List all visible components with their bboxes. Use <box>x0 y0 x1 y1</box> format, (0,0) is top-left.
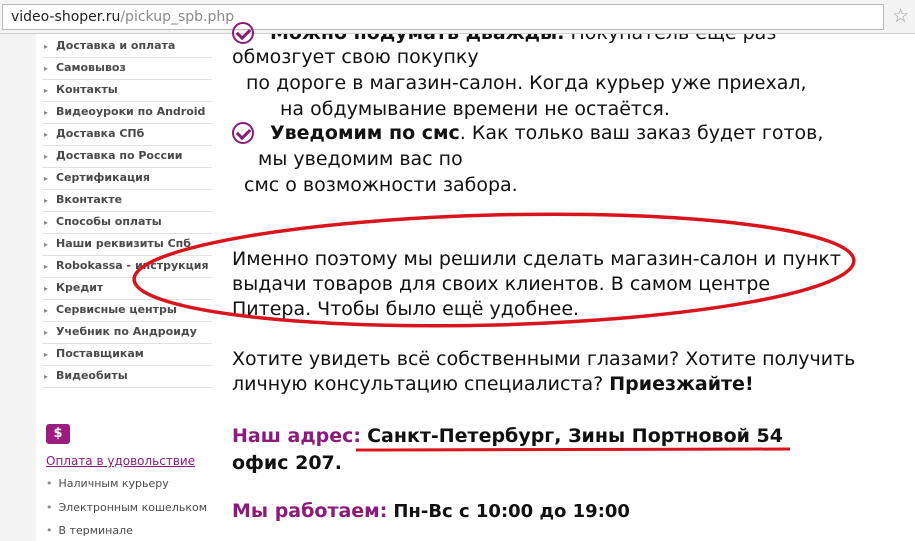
arrow-icon: ▸ <box>44 174 49 183</box>
sidebar-item-robokassa[interactable]: ▸ Robokassa - инструкция <box>42 256 212 278</box>
body-text: смс о возможности забора. <box>244 174 518 196</box>
arrow-icon: ▸ <box>44 108 49 117</box>
arrow-icon: ▸ <box>44 42 49 51</box>
arrow-icon: ▸ <box>44 240 49 249</box>
body-text: по дороге в магазин-салон. Когда курьер … <box>246 72 807 94</box>
payment-item[interactable]: • В терминале <box>46 524 133 537</box>
payment-item[interactable]: • Наличным курьеру <box>46 477 169 490</box>
address-office: офис 207. <box>232 452 342 474</box>
bullet-icon: • <box>46 501 53 514</box>
sidebar-item-label: Доставка и оплата <box>56 39 176 52</box>
sidebar-item-requisites[interactable]: ▸ Наши реквизиты Спб <box>42 234 212 256</box>
sidebar-item-payment-methods[interactable]: ▸ Способы оплаты <box>42 212 212 234</box>
sidebar-item-android-videos[interactable]: ▸ Видеоуроки по Android <box>42 102 212 124</box>
bullet-icon: • <box>46 477 53 490</box>
sidebar-item-label: Кредит <box>56 281 104 294</box>
sidebar-item-label: Доставка по России <box>56 149 183 162</box>
sidebar-item-label: Поставщикам <box>56 347 144 360</box>
address-label: Наш адрес: <box>232 425 362 447</box>
sidebar-item-contacts[interactable]: ▸ Контакты <box>42 80 212 102</box>
arrow-icon: ▸ <box>44 218 49 227</box>
sidebar-item-delivery-payment[interactable]: ▸ Доставка и оплата <box>42 36 212 58</box>
arrow-icon: ▸ <box>44 152 49 161</box>
sidebar-item-label: Видеобиты <box>56 369 128 382</box>
sidebar-item-label: Учебник по Андроиду <box>56 325 197 338</box>
url-field[interactable]: video-shoper.ru/pickup_spb.php <box>2 4 884 30</box>
feature-line-sms: Уведомим по смс. Как только ваш заказ бу… <box>270 122 824 144</box>
sidebar-item-label: Доставка СПб <box>56 127 145 140</box>
arrow-icon: ▸ <box>44 262 49 271</box>
sidebar-item-label: Самовывоз <box>56 61 126 74</box>
arrow-icon: ▸ <box>44 196 49 205</box>
check-circle-icon <box>232 122 254 144</box>
sidebar-item-label: Сертификация <box>56 171 150 184</box>
sidebar-item-android-textbook[interactable]: ▸ Учебник по Андроиду <box>42 322 212 344</box>
address-line: Наш адрес: Санкт-Петербург, Зины Портнов… <box>232 425 783 447</box>
body-text: на обдумывание времени не остаётся. <box>280 98 670 120</box>
sidebar-item-suppliers[interactable]: ▸ Поставщикам <box>42 344 212 366</box>
sidebar-menu: ▸ Доставка и оплата ▸ Самовывоз ▸ Контакты … <box>42 36 212 388</box>
arrow-icon: ▸ <box>44 86 49 95</box>
hours-value: Пн-Вс с 10:00 до 19:00 <box>393 501 630 522</box>
arrow-icon: ▸ <box>44 350 49 359</box>
payment-item-label: В терминале <box>58 524 133 537</box>
check-circle-icon <box>232 22 254 44</box>
sidebar-item-vkontakte[interactable]: ▸ Вконтакте <box>42 190 212 212</box>
sidebar-item-label: Robokassa - инструкция <box>56 259 209 272</box>
url-text[interactable]: video-shoper.ru/pickup_spb.php <box>11 9 234 25</box>
arrow-icon: ▸ <box>44 130 49 139</box>
arrow-icon: ▸ <box>44 284 49 293</box>
body-text: выдачи товаров для своих клиентов. В сам… <box>232 273 771 295</box>
bullet-icon: • <box>46 524 53 537</box>
payment-item-label: Наличным курьеру <box>58 477 169 490</box>
sidebar-item-label: Контакты <box>56 83 118 96</box>
hours-line: Мы работаем: Пн-Вс с 10:00 до 19:00 <box>232 500 630 522</box>
body-text: Питера. Чтобы было ещё удобнее. <box>232 298 580 320</box>
body-text: Хотите увидеть всё собственными глазами?… <box>232 348 856 370</box>
body-text: личную консультацию специалиста? Приезжа… <box>232 373 754 395</box>
sidebar-item-label: Способы оплаты <box>56 215 162 228</box>
left-gutter <box>0 34 36 541</box>
hours-label: Мы работаем: <box>232 500 388 522</box>
sidebar-item-certification[interactable]: ▸ Сертификация <box>42 168 212 190</box>
arrow-icon: ▸ <box>44 328 49 337</box>
address-bar[interactable]: video-shoper.ru/pickup_spb.php ☆ <box>0 0 915 34</box>
sidebar-item-label: Видеоуроки по Android <box>56 105 206 118</box>
dollar-icon: $ <box>46 424 70 444</box>
sidebar-item-label: Вконтакте <box>56 193 123 206</box>
body-text: обмозгует свою покупку <box>232 46 479 68</box>
body-text: мы уведомим вас по <box>258 148 463 170</box>
sidebar-item-pickup[interactable]: ▸ Самовывоз <box>42 58 212 80</box>
payment-item[interactable]: • Электронным кошельком <box>46 501 207 514</box>
sidebar-item-delivery-russia[interactable]: ▸ Доставка по России <box>42 146 212 168</box>
arrow-icon: ▸ <box>44 306 49 315</box>
sidebar-item-videobits[interactable]: ▸ Видеобиты <box>42 366 212 388</box>
arrow-icon: ▸ <box>44 64 49 73</box>
star-icon[interactable]: ☆ <box>892 5 909 27</box>
payment-title-link[interactable]: Оплата в удовольствие <box>46 454 195 468</box>
sidebar-item-label: Наши реквизиты Спб <box>56 237 191 250</box>
sidebar-item-service-centers[interactable]: ▸ Сервисные центры <box>42 300 212 322</box>
sidebar: ▸ Доставка и оплата ▸ Самовывоз ▸ Контакты … <box>36 34 212 541</box>
address-value: Санкт-Петербург, Зины Портновой 54 <box>367 425 783 447</box>
body-text: Именно поэтому мы решили сделать магазин… <box>232 248 841 270</box>
sidebar-item-label: Сервисные центры <box>56 303 177 316</box>
payment-item-label: Электронным кошельком <box>58 501 208 514</box>
sidebar-item-credit[interactable]: ▸ Кредит <box>42 278 212 300</box>
arrow-icon: ▸ <box>44 372 49 381</box>
sidebar-item-delivery-spb[interactable]: ▸ Доставка СПб <box>42 124 212 146</box>
